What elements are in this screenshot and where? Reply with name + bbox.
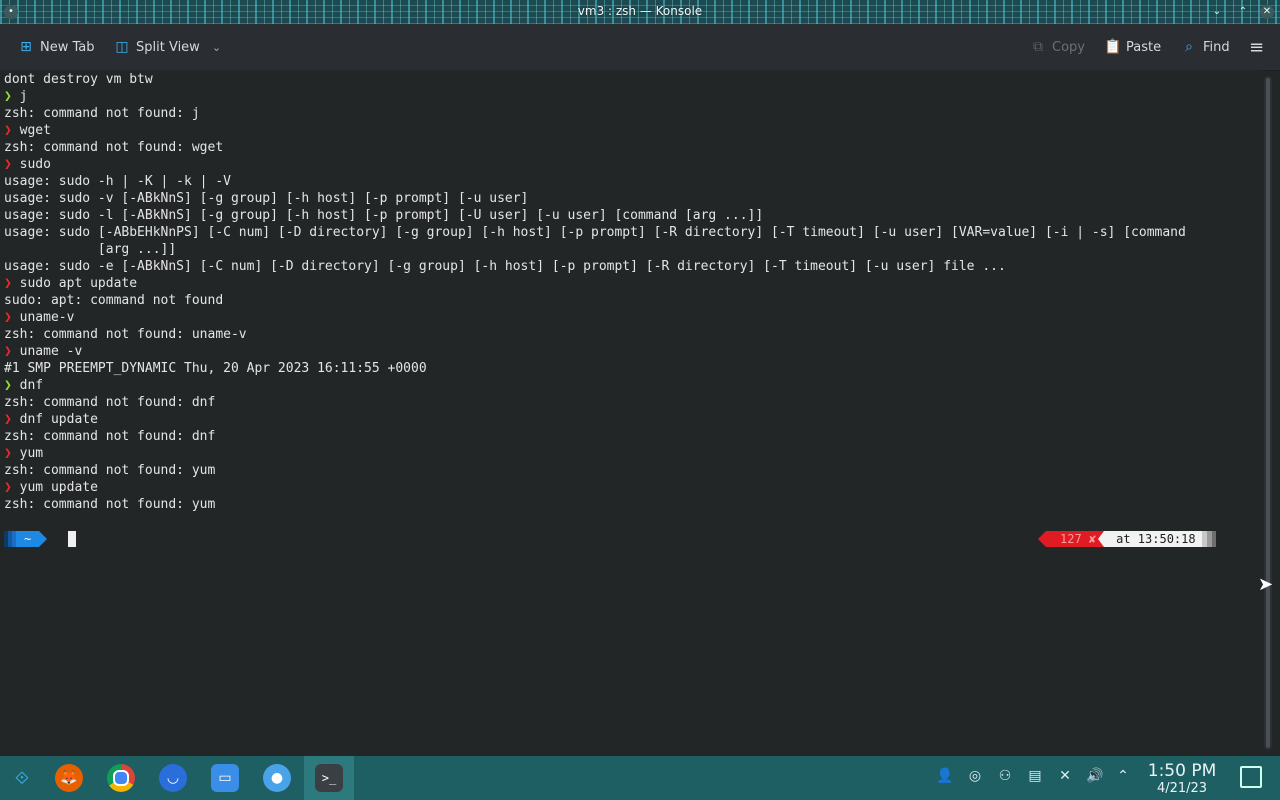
command-line: ❯ yum	[4, 445, 43, 462]
command-text: sudo apt update	[19, 276, 138, 291]
command-line: ❯ yum update	[4, 479, 98, 496]
system-settings-icon[interactable]: ●	[263, 764, 291, 792]
output-line: usage: sudo [-ABbEHkNnPS] [-C num] [-D d…	[4, 225, 1186, 240]
output-line: dont destroy vm btw	[4, 72, 153, 87]
command-line: ❯ dnf update	[4, 411, 98, 428]
clipboard-icon[interactable]: ▤	[1026, 768, 1044, 788]
new-tab-button[interactable]: ⊞ New Tab	[18, 36, 95, 58]
prompt-arrow-icon: ❯	[4, 378, 20, 393]
output-line: sudo: apt: command not found	[4, 293, 224, 308]
paste-button[interactable]: 📋 Paste	[1104, 36, 1161, 58]
dolphin-file-manager-icon[interactable]: ▭	[211, 764, 239, 792]
prompt-arrow-icon: ❯	[4, 480, 20, 495]
chevron-down-icon[interactable]: ⌄	[212, 41, 221, 54]
command-line: ❯ sudo	[4, 156, 51, 173]
clock-date: 4/21/23	[1156, 781, 1208, 796]
prompt-arrow-icon: ❯	[4, 157, 20, 172]
prompt-arrow-icon: ❯	[4, 412, 20, 427]
output-line: zsh: command not found: yum	[4, 497, 216, 512]
paste-icon: 📋	[1104, 39, 1122, 55]
firefox-icon[interactable]: 🦊	[55, 764, 83, 792]
command-text: dnf update	[19, 412, 98, 427]
prompt-arrow-icon: ❯	[4, 446, 20, 461]
hamburger-menu-icon[interactable]: ≡	[1249, 36, 1264, 58]
show-desktop-button[interactable]	[1240, 766, 1262, 788]
konsole-icon[interactable]: >_	[315, 764, 343, 792]
output-line: [arg ...]]	[4, 242, 177, 257]
minimize-icon[interactable]: ⌄	[1210, 5, 1224, 19]
command-line: ❯ sudo apt update	[4, 275, 137, 292]
mouse-pointer-icon: ➤	[1258, 574, 1274, 595]
prompt-arrow-icon: ❯	[4, 344, 20, 359]
copy-icon: ⧉	[1033, 39, 1043, 55]
chrome-icon[interactable]	[107, 764, 135, 792]
split-view-button[interactable]: ◫ Split View ⌄	[114, 36, 221, 58]
exit-status: 127 ✘	[1037, 531, 1105, 547]
prompt-fade-segment	[1211, 531, 1216, 547]
discover-icon[interactable]: ◡	[159, 764, 187, 792]
output-line: zsh: command not found: dnf	[4, 395, 216, 410]
window-titlebar[interactable]: • vm3 : zsh — Konsole ⌄ ⌃ ✕	[0, 0, 1280, 24]
output-line: usage: sudo -e [-ABkNnS] [-C num] [-D di…	[4, 259, 1006, 274]
find-button[interactable]: ⌕ Find	[1181, 36, 1230, 58]
output-line: usage: sudo -l [-ABkNnS] [-g group] [-h …	[4, 208, 764, 223]
taskbar: ⟐ 🦊 ◡ ▭ ● >_ 👤 ◎ ⚇ ▤ ✕ 🔊 ⌃ 1:50 PM 4/21/…	[0, 756, 1280, 800]
clock-time: 1:50 PM	[1147, 761, 1217, 781]
copy-label: Copy	[1052, 39, 1085, 55]
prompt-time: at 13:50:18	[1098, 531, 1202, 547]
digital-clock[interactable]: 1:50 PM 4/21/23	[1146, 761, 1218, 797]
command-line: ❯ uname -v	[4, 343, 82, 360]
output-line: zsh: command not found: wget	[4, 140, 224, 155]
update-notifier-icon[interactable]: ◎	[966, 768, 984, 788]
prompt-arrow-icon: ❯	[4, 276, 20, 291]
command-text: wget	[19, 123, 51, 138]
split-view-icon: ◫	[115, 39, 129, 55]
copy-button[interactable]: ⧉ Copy	[1030, 36, 1085, 58]
terminal-cursor	[68, 531, 76, 547]
close-icon[interactable]: ✕	[1260, 5, 1274, 19]
output-line: #1 SMP PREEMPT_DYNAMIC Thu, 20 Apr 2023 …	[4, 361, 427, 376]
maximize-icon[interactable]: ⌃	[1236, 5, 1250, 19]
app-launcher-icon[interactable]: ⟐	[8, 764, 36, 792]
prompt-left: ~	[4, 531, 48, 547]
output-line: usage: sudo -h | -K | -k | -V	[4, 174, 231, 189]
paste-label: Paste	[1126, 39, 1162, 55]
command-line: ❯ uname-v	[4, 309, 74, 326]
output-line: zsh: command not found: uname-v	[4, 327, 247, 342]
output-line: zsh: command not found: j	[4, 106, 200, 121]
output-line: zsh: command not found: yum	[4, 463, 216, 478]
scrollbar-thumb[interactable]	[1266, 78, 1270, 748]
find-label: Find	[1203, 39, 1230, 55]
terminal-scrollbar[interactable]	[1264, 76, 1272, 750]
new-tab-icon: ⊞	[20, 39, 32, 55]
new-tab-label: New Tab	[40, 39, 95, 55]
microphone-muted-icon[interactable]: ✕	[1056, 768, 1074, 788]
prompt-arrow-icon: ❯	[4, 123, 20, 138]
prompt-arrow-icon: ❯	[4, 310, 20, 325]
command-text: sudo	[19, 157, 51, 172]
command-text: dnf	[19, 378, 44, 393]
prompt-directory: ~	[16, 531, 48, 547]
output-line: zsh: command not found: dnf	[4, 429, 216, 444]
window-title: vm3 : zsh — Konsole	[577, 4, 703, 18]
command-line: ❯ dnf	[4, 377, 43, 394]
user-icon[interactable]: 👤	[936, 768, 954, 788]
volume-icon[interactable]: 🔊	[1086, 768, 1104, 788]
command-text: uname -v	[19, 344, 83, 359]
command-text: j	[19, 89, 28, 104]
search-icon: ⌕	[1185, 39, 1193, 55]
output-line: usage: sudo -v [-ABkNnS] [-g group] [-h …	[4, 191, 529, 206]
network-icon[interactable]: ⚇	[996, 768, 1014, 788]
prompt-arrow-icon: ❯	[4, 89, 20, 104]
command-text: yum update	[19, 480, 98, 495]
command-text: yum	[19, 446, 44, 461]
konsole-toolbar: ⊞ New Tab ◫ Split View ⌄ ⧉ Copy 📋 Paste …	[0, 24, 1280, 71]
split-view-label: Split View	[136, 39, 200, 55]
prompt-right: 127 ✘ at 13:50:18	[1037, 531, 1216, 547]
command-text: uname-v	[19, 310, 75, 325]
expand-tray-icon[interactable]: ⌃	[1114, 768, 1132, 788]
command-line: ❯ j	[4, 88, 27, 105]
command-line: ❯ wget	[4, 122, 51, 139]
chrome-center-icon	[113, 770, 129, 786]
